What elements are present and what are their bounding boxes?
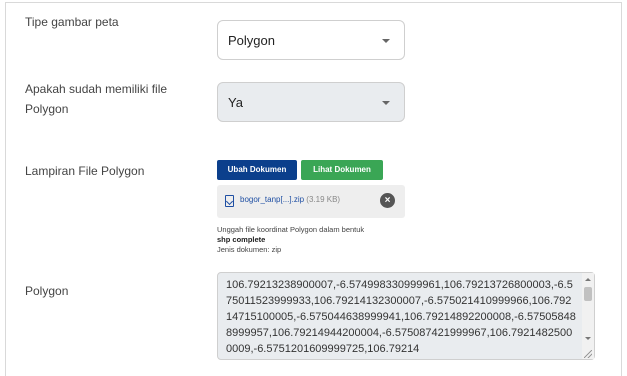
map-type-select[interactable]: Polygon: [217, 20, 405, 60]
attachment-help-line1: Unggah file koordinat Polygon dalam bent…: [217, 225, 365, 234]
chevron-down-icon: [382, 101, 390, 105]
remove-file-icon[interactable]: ×: [380, 193, 395, 208]
change-document-button[interactable]: Ubah Dokumen: [217, 160, 297, 180]
has-polygon-value: Ya: [228, 95, 243, 110]
map-type-value: Polygon: [228, 33, 275, 48]
has-polygon-label-line1: Apakah sudah memiliki file: [25, 82, 168, 96]
has-polygon-select[interactable]: Ya: [217, 82, 405, 122]
map-type-label: Tipe gambar peta: [25, 15, 119, 29]
has-polygon-label-line2: Polygon: [25, 102, 69, 116]
attachment-help-line2: shp complete: [217, 235, 266, 244]
attached-file-link[interactable]: bogor_tanp[...].zip (3.19 KB): [240, 195, 340, 204]
has-polygon-label: Apakah sudah memiliki file Polygon: [25, 79, 167, 119]
polygon-textarea[interactable]: 106.79213238900007,-6.574998330999961,10…: [217, 272, 595, 360]
chevron-down-icon: [382, 39, 390, 43]
scroll-down-icon[interactable]: [585, 337, 591, 340]
scroll-thumb[interactable]: [584, 287, 592, 301]
polygon-scrollbar[interactable]: [582, 273, 594, 359]
scroll-up-icon[interactable]: [585, 278, 591, 281]
attachment-label: Lampiran File Polygon: [25, 164, 145, 178]
file-size: (3.19 KB): [306, 195, 341, 204]
file-icon: [225, 195, 234, 207]
attached-file-card: bogor_tanp[...].zip (3.19 KB) ×: [217, 185, 405, 218]
resize-handle-icon[interactable]: [584, 350, 592, 358]
attachment-help-line3: Jenis dokumen: zip: [217, 245, 282, 254]
view-document-button[interactable]: Lihat Dokumen: [301, 160, 383, 180]
file-name: bogor_tanp[...].zip: [240, 195, 305, 204]
polygon-label: Polygon: [25, 284, 69, 298]
